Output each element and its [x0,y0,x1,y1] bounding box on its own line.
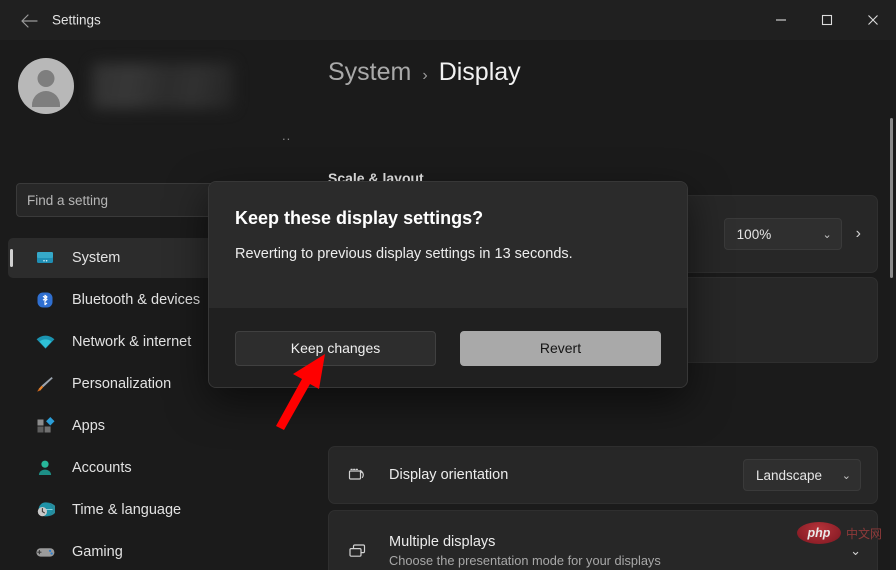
back-button[interactable] [12,8,46,34]
user-profile[interactable] [18,58,234,114]
settings-card-display-orientation[interactable]: Display orientation Landscape ⌄ [328,446,878,504]
sidebar-item-time-language[interactable]: Time & language [8,490,304,530]
content-scrollbar[interactable] [890,118,893,278]
wifi-icon [34,331,56,353]
sidebar-item-accounts[interactable]: Accounts [8,448,304,488]
minimize-icon [776,19,786,21]
gamepad-icon [34,541,56,563]
dialog-message: Reverting to previous display settings i… [235,246,573,262]
maximize-button[interactable] [804,0,850,40]
sidebar-item-label: Time & language [72,502,182,518]
page-title: Display [438,58,521,86]
settings-window: Settings .. Find a setting System Blueto… [0,0,896,570]
sidebar-item-label: Accounts [72,460,132,476]
scale-dropdown[interactable]: 100% ⌄ [723,218,842,250]
account-name-redacted [92,63,234,109]
annotation-arrow-icon [262,352,342,437]
multiple-displays-icon [345,541,371,561]
app-title: Settings [52,12,101,28]
apps-grid-icon [34,415,56,437]
row-subtitle-multiple-displays: Choose the presentation mode for your di… [389,553,661,568]
window-controls [758,0,896,40]
globe-clock-icon [34,499,56,521]
dialog-title: Keep these display settings? [235,208,484,228]
sidebar-item-apps[interactable]: Apps [8,406,304,446]
close-icon [868,15,878,25]
dialog-body: Keep these display settings? Reverting t… [209,182,687,308]
breadcrumb: System › Display [328,58,521,87]
minimize-button[interactable] [758,0,804,40]
settings-card-multiple-displays[interactable]: Multiple displays Choose the presentatio… [328,510,878,570]
row-title-display-orientation: Display orientation [389,467,509,483]
avatar [18,58,74,114]
row-title-multiple-displays: Multiple displays [389,534,496,550]
breadcrumb-root[interactable]: System [328,58,411,87]
display-orientation-dropdown[interactable]: Landscape ⌄ [743,459,861,491]
person-icon [34,457,56,479]
back-arrow-icon [20,14,38,28]
close-button[interactable] [850,0,896,40]
chevron-down-icon[interactable]: ⌄ [850,543,861,559]
sidebar-item-label: Apps [72,418,106,434]
monitor-icon [34,247,56,269]
watermark: php 中文网 [797,522,882,544]
revert-button[interactable]: Revert [460,330,661,366]
sidebar-item-label: Personalization [72,376,172,392]
chevron-down-icon: ⌄ [841,469,851,482]
sidebar-item-label: Bluetooth & devices [72,292,201,308]
watermark-logo: php [797,522,841,544]
title-bar: Settings [0,0,896,40]
sidebar-item-label: Network & internet [72,334,192,350]
chevron-down-icon: ⌄ [822,228,832,241]
sidebar-item-label: System [72,250,121,266]
watermark-site-text: 中文网 [846,526,883,541]
sidebar-item-label: Gaming [72,544,123,560]
paintbrush-icon [34,373,56,395]
display-orientation-value: Landscape [756,467,823,483]
rotate-display-icon [345,465,371,485]
breadcrumb-separator-icon: › [422,67,428,84]
sidebar-item-gaming[interactable]: Gaming [8,532,304,570]
bluetooth-icon [34,289,56,311]
scale-value: 100% [736,226,772,242]
maximize-icon [821,14,833,26]
chevron-right-icon[interactable]: › [856,225,861,243]
account-name-overflow: .. [282,128,292,143]
